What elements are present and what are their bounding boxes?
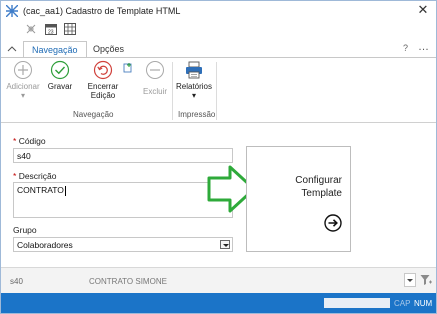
delete-icon bbox=[146, 61, 164, 79]
help-button[interactable]: ? bbox=[403, 43, 408, 53]
adicionar-label: Adicionar bbox=[6, 82, 40, 91]
group-label-navegacao: Navegação bbox=[73, 110, 114, 119]
codigo-value: s40 bbox=[17, 151, 31, 161]
record-dropdown-button[interactable] bbox=[404, 273, 416, 287]
adicionar-dropdown-indicator: ▾ bbox=[20, 91, 25, 100]
svg-text:23: 23 bbox=[48, 30, 54, 36]
status-bar: CAP NUM bbox=[1, 293, 436, 313]
calendar-icon[interactable]: 23 bbox=[44, 23, 57, 36]
gravar-button[interactable]: Gravar bbox=[45, 60, 75, 91]
ribbon-separator bbox=[172, 62, 173, 120]
tab-navegacao[interactable]: Navegação bbox=[23, 41, 87, 58]
num-lock-indicator: NUM bbox=[414, 299, 433, 308]
codigo-label-text: Código bbox=[18, 136, 46, 146]
caps-lock-indicator: CAP bbox=[394, 299, 411, 308]
more-options-button[interactable]: … bbox=[418, 41, 429, 53]
status-field bbox=[324, 298, 390, 308]
title-bar: (cac_aa1) Cadastro de Template HTML ✕ bbox=[1, 1, 436, 21]
grupo-dropdown-arrow[interactable] bbox=[220, 240, 230, 249]
relatorios-dropdown-indicator: ▾ bbox=[191, 91, 196, 100]
new-record-small-icon[interactable] bbox=[123, 62, 134, 73]
tab-opcoes[interactable]: Opções bbox=[85, 41, 132, 58]
encerrar-edicao-button[interactable]: Encerrar Edição bbox=[85, 60, 121, 100]
excluir-button[interactable]: Excluir bbox=[141, 60, 169, 96]
filter-icon[interactable] bbox=[420, 274, 432, 286]
relatorios-button[interactable]: Relatórios ▾ bbox=[175, 60, 213, 100]
quick-access-toolbar: 23 bbox=[25, 23, 81, 37]
configurar-line2: Template bbox=[301, 188, 342, 199]
printer-icon bbox=[186, 61, 202, 79]
descricao-field[interactable]: CONTRATO bbox=[13, 182, 233, 218]
pin-icon[interactable] bbox=[25, 23, 37, 35]
configurar-template-label: Configurar Template bbox=[295, 174, 342, 200]
undo-icon bbox=[93, 60, 113, 80]
configurar-template-button[interactable]: Configurar Template bbox=[246, 146, 351, 252]
add-icon bbox=[14, 61, 32, 79]
codigo-label: * Código bbox=[13, 136, 46, 146]
close-button[interactable]: ✕ bbox=[416, 3, 430, 17]
relatorios-label: Relatórios bbox=[175, 82, 212, 91]
descricao-label-text: Descrição bbox=[18, 171, 57, 181]
group-label-impressao: Impressão bbox=[178, 110, 216, 119]
record-code: s40 bbox=[10, 277, 23, 286]
grupo-select[interactable]: Colaboradores bbox=[13, 237, 233, 252]
collapse-ribbon-icon[interactable] bbox=[7, 44, 17, 54]
template-form: * Código s40 * Descrição CONTRATO Grupo … bbox=[1, 124, 436, 266]
main-window: (cac_aa1) Cadastro de Template HTML ✕ 23… bbox=[0, 0, 437, 314]
save-check-icon bbox=[50, 60, 70, 80]
ribbon-tabs: Navegação Opções ? … bbox=[1, 41, 436, 58]
adicionar-button[interactable]: Adicionar ▾ bbox=[6, 60, 40, 100]
configurar-line1: Configurar bbox=[295, 175, 342, 186]
window-title: (cac_aa1) Cadastro de Template HTML bbox=[23, 6, 181, 16]
ribbon-panel: Adicionar ▾ Gravar Encerrar Edição Exclu… bbox=[1, 57, 436, 123]
gravar-label: Gravar bbox=[47, 82, 73, 91]
text-caret bbox=[64, 185, 66, 196]
descricao-value: CONTRATO bbox=[17, 185, 64, 195]
arrow-right-circle-icon bbox=[324, 214, 342, 232]
encerrar-label-line2: Edição bbox=[90, 91, 116, 100]
codigo-field[interactable]: s40 bbox=[13, 148, 233, 163]
grupo-label: Grupo bbox=[13, 225, 37, 235]
codigo-required-mark: * bbox=[13, 136, 17, 146]
record-bar: s40 CONTRATO SIMONE bbox=[1, 267, 436, 293]
encerrar-label-line1: Encerrar bbox=[87, 82, 119, 91]
ribbon-separator-end bbox=[216, 62, 217, 120]
descricao-label: * Descrição bbox=[13, 171, 56, 181]
grid-icon[interactable] bbox=[64, 23, 77, 35]
record-description: CONTRATO SIMONE bbox=[89, 277, 167, 286]
app-grid-icon bbox=[6, 5, 18, 17]
grupo-value: Colaboradores bbox=[17, 240, 73, 250]
descricao-required-mark: * bbox=[13, 171, 17, 181]
excluir-label: Excluir bbox=[142, 87, 167, 96]
